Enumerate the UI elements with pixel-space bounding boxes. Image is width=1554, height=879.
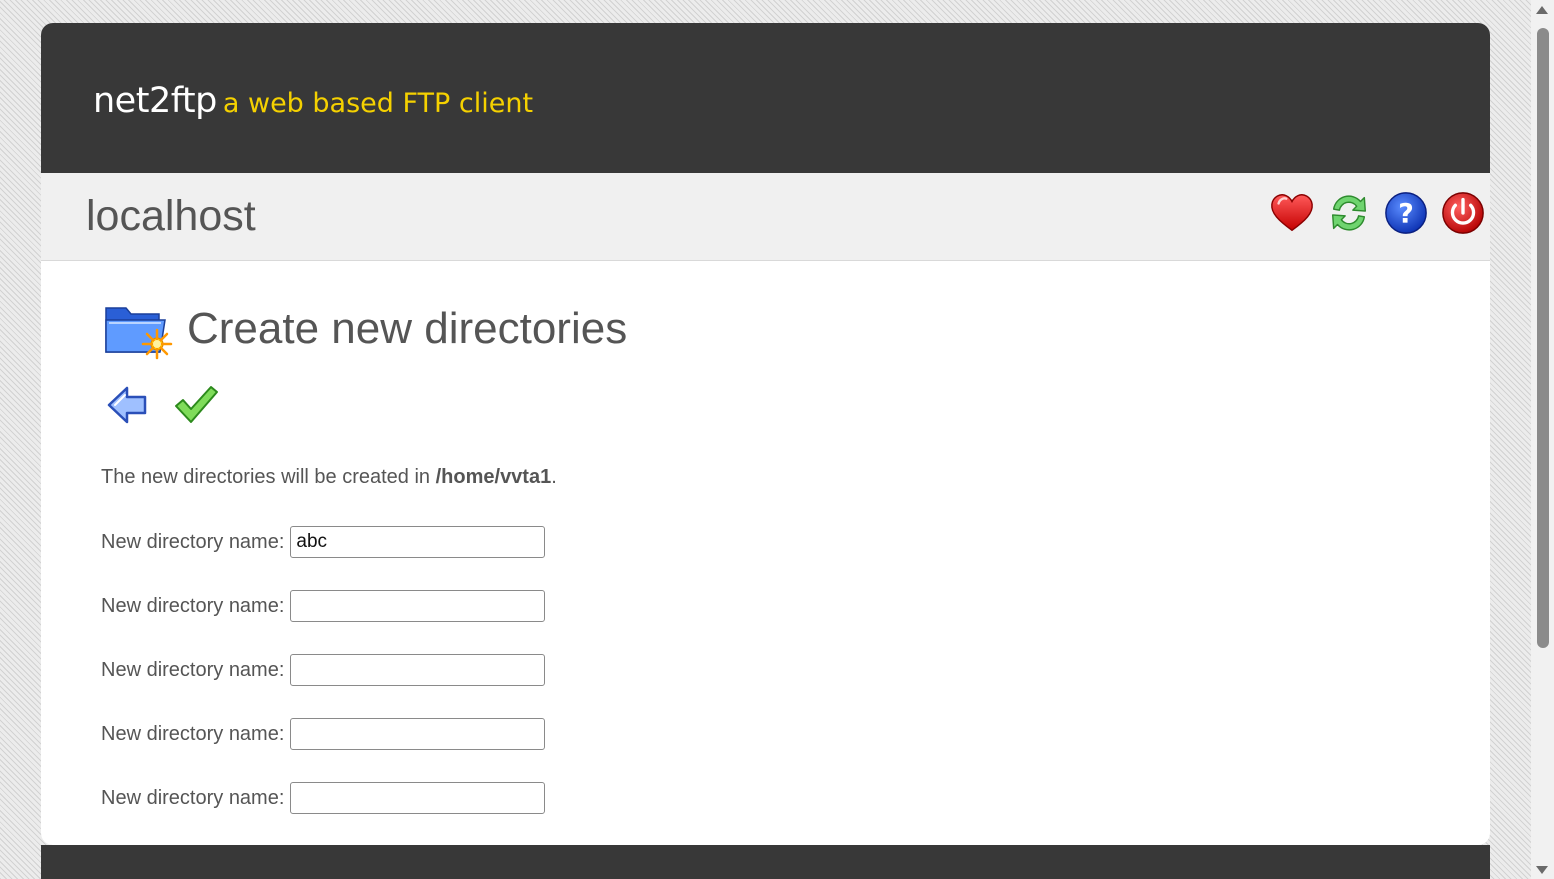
brand-tagline: a web based FTP client bbox=[222, 88, 534, 119]
directory-name-input[interactable] bbox=[290, 590, 546, 622]
bookmark-heart-icon[interactable] bbox=[1269, 190, 1315, 236]
info-prefix: The new directories will be created in bbox=[101, 466, 436, 488]
scrollbar-thumb[interactable] bbox=[1537, 28, 1549, 648]
directory-name-label: New directory name: bbox=[101, 786, 285, 809]
directory-field-row: New directory name: bbox=[101, 718, 546, 750]
directory-name-label: New directory name: bbox=[101, 722, 285, 745]
action-bar bbox=[105, 382, 219, 428]
directory-name-label: New directory name: bbox=[101, 530, 285, 553]
directory-field-row: New directory name: bbox=[101, 526, 546, 558]
new-folder-icon bbox=[105, 307, 173, 360]
main-page: net2ftpa web based FTP client localhost bbox=[41, 23, 1490, 845]
back-arrow-icon[interactable] bbox=[105, 382, 151, 428]
footer-bar bbox=[41, 845, 1490, 879]
directory-name-input[interactable] bbox=[290, 526, 546, 558]
brand-logo[interactable]: net2ftp a web based FTP client bbox=[93, 81, 533, 121]
target-path: /home/vvta1 bbox=[435, 466, 552, 488]
directory-field-row: New directory name: bbox=[101, 590, 546, 622]
submit-check-icon[interactable] bbox=[173, 382, 219, 428]
info-suffix: . bbox=[551, 466, 557, 488]
svg-text:?: ? bbox=[1398, 199, 1414, 230]
directory-name-label: New directory name: bbox=[101, 594, 285, 617]
scroll-down-arrow-icon[interactable] bbox=[1536, 866, 1548, 874]
directory-name-input[interactable] bbox=[290, 718, 546, 750]
directory-name-input[interactable] bbox=[290, 782, 546, 814]
directory-field-row: New directory name: bbox=[101, 782, 546, 814]
directory-field-row: New directory name: bbox=[101, 654, 546, 686]
top-icon-bar: ? bbox=[1269, 190, 1486, 236]
vertical-scrollbar[interactable] bbox=[1531, 0, 1554, 879]
logout-power-icon[interactable] bbox=[1440, 190, 1486, 236]
server-bar: localhost ? bbox=[41, 173, 1490, 261]
directory-name-label: New directory name: bbox=[101, 658, 285, 681]
directory-name-input[interactable] bbox=[290, 654, 546, 686]
server-name: localhost bbox=[86, 192, 256, 240]
page-title: Create new directories bbox=[187, 304, 628, 353]
scroll-up-arrow-icon[interactable] bbox=[1536, 6, 1548, 14]
target-path-info: The new directories will be created in /… bbox=[101, 466, 557, 489]
page-title-row: Create new directories bbox=[103, 298, 627, 360]
header: net2ftp a web based FTP client bbox=[41, 23, 1490, 173]
help-icon[interactable]: ? bbox=[1383, 190, 1429, 236]
brand-name: net2ftp bbox=[93, 81, 217, 121]
refresh-icon[interactable] bbox=[1326, 190, 1372, 236]
